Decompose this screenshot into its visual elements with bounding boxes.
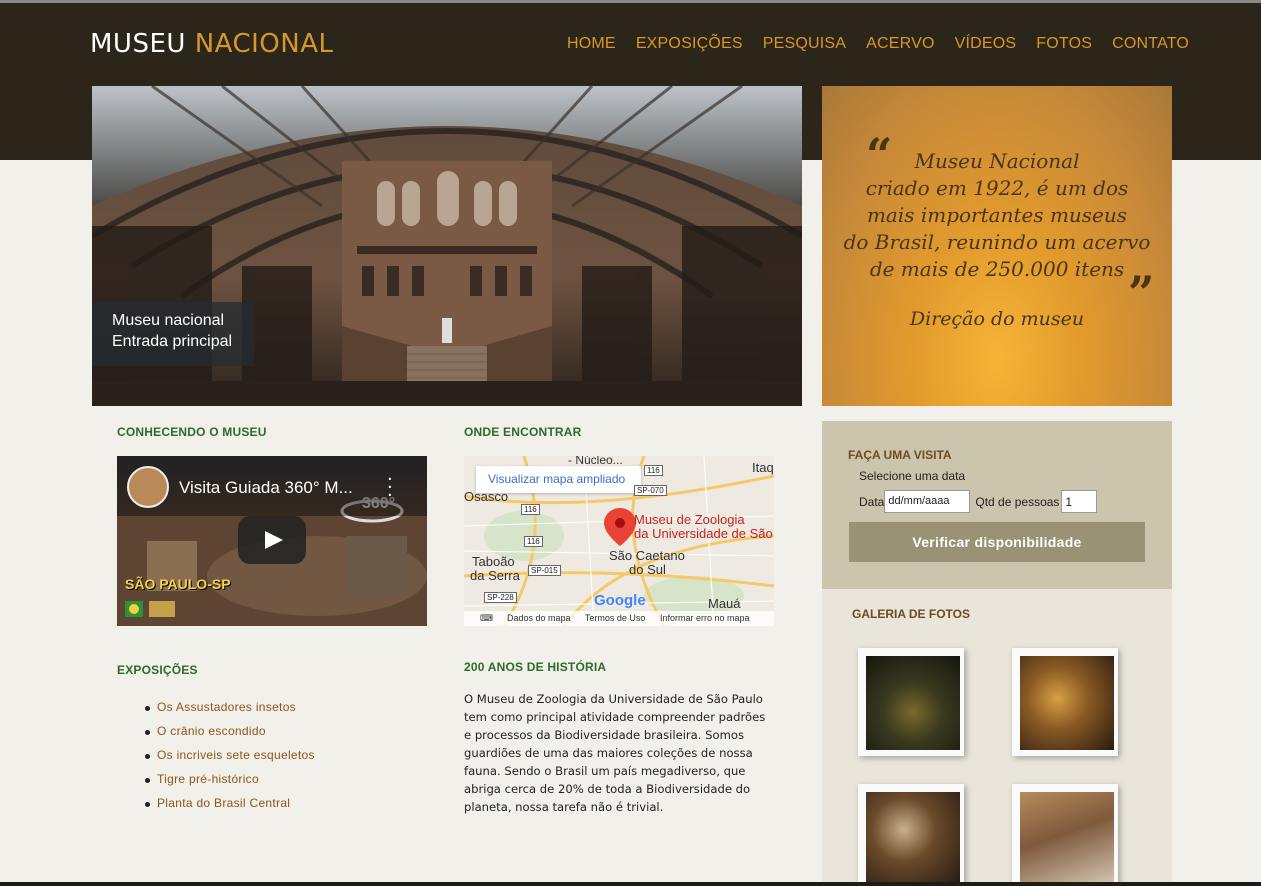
map-city-sao-caetano: São Caetano <box>609 548 685 563</box>
nav-acervo[interactable]: ACERVO <box>866 35 934 53</box>
map-place-line2: da Universidade de São <box>634 526 773 541</box>
map-city-itaq: Itaq <box>752 460 774 475</box>
nav-exposicoes[interactable]: EXPOSIÇÕES <box>636 35 743 53</box>
quote-line: Museu Nacional <box>914 149 1080 173</box>
list-item[interactable]: Planta do Brasil Central <box>145 796 315 820</box>
map-report-link[interactable]: Informar erro no mapa <box>660 613 750 623</box>
list-item[interactable]: O crânio escondido <box>145 724 315 748</box>
hero-caption: Museu nacional Entrada principal <box>92 302 254 366</box>
check-availability-button[interactable]: Verificar disponibilidade <box>849 522 1145 562</box>
quote-author: Direção do museu <box>909 308 1085 330</box>
video-watermark: SÃO PAULO-SP <box>125 576 231 592</box>
channel-avatar[interactable] <box>127 466 169 508</box>
site-logo[interactable]: MUSEU NACIONAL <box>90 29 334 59</box>
exposicoes-list: Os Assustadores insetos O crânio escondi… <box>145 700 315 820</box>
map-city-taboao-2: da Serra <box>470 568 520 583</box>
map-road-shield: 116 <box>644 465 663 476</box>
hero-caption-line2: Entrada principal <box>112 333 233 350</box>
map-city-maua: Mauá <box>708 596 741 611</box>
date-label: Data <box>859 494 885 509</box>
hero-caption-line1: Museu nacional <box>112 312 225 329</box>
map-city-osasco: Osasco <box>464 489 509 504</box>
date-field[interactable]: dd/mm/aaaa <box>884 490 971 513</box>
map-road-shield: SP-228 <box>484 592 517 603</box>
hero-image[interactable]: Museu nacional Entrada principal <box>92 86 802 406</box>
quote-line: mais importantes museus <box>866 203 1128 227</box>
google-logo-text: Google <box>594 592 646 609</box>
gallery-photo-image <box>866 792 960 886</box>
map-footer: ⌨ Dados do mapa Termos de Uso Informar e… <box>464 611 774 626</box>
historia-text: O Museu de Zoologia da Universidade de S… <box>464 692 766 814</box>
map-data-link[interactable]: Dados do mapa <box>507 613 571 623</box>
video-title[interactable]: Visita Guiada 360° M... <box>179 478 353 498</box>
visit-title: FAÇA UMA VISITA <box>848 448 952 462</box>
map-road-shield: SP-015 <box>528 565 561 576</box>
visit-form: FAÇA UMA VISITA Selecione uma data Data … <box>822 421 1172 589</box>
map-city-taboao: Taboão <box>472 554 515 569</box>
visit-inputs-row: Data dd/mm/aaaa Qtd de pessoas 1 <box>859 490 1098 513</box>
map-place-label[interactable]: Museu de Zoologia da Universidade de São <box>634 513 773 541</box>
embedded-map[interactable]: Visualizar mapa ampliado Museu de Zoolog… <box>464 456 774 626</box>
map-road-shield: 116 <box>521 504 540 515</box>
date-placeholder: dd/mm/aaaa <box>888 495 950 507</box>
section-title-conhecendo: CONHECENDO O MUSEU <box>117 425 267 439</box>
quote-text: Museu Nacional criado em 1922, é um dos … <box>822 148 1172 283</box>
visit-subtitle: Selecione uma data <box>859 469 966 483</box>
nav-videos[interactable]: VÍDEOS <box>955 35 1017 53</box>
qty-value: 1 <box>1065 495 1073 509</box>
gallery-photo[interactable] <box>858 648 964 756</box>
gallery-photo-image <box>866 656 960 750</box>
section-title-exposicoes: EXPOSIÇÕES <box>117 663 198 677</box>
nav-fotos[interactable]: FOTOS <box>1036 35 1092 53</box>
window-bottom-border <box>0 882 1261 886</box>
gallery-photo[interactable] <box>858 784 964 886</box>
google-logo: Google <box>594 592 646 609</box>
section-title-onde: ONDE ENCONTRAR <box>464 425 582 439</box>
map-city-nucleo: - Núcleo... <box>568 456 623 467</box>
list-item[interactable]: Os incriveis sete esqueletos <box>145 748 315 772</box>
quote-line: do Brasil, reunindo um acervo <box>843 230 1151 254</box>
photo-gallery: GALERIA DE FOTOS <box>822 589 1172 886</box>
quote-line: de mais de 250.000 itens <box>869 257 1125 281</box>
quote-box: “ Museu Nacional criado em 1922, é um do… <box>822 86 1172 406</box>
section-title-historia: 200 ANOS DE HISTÓRIA <box>464 660 607 674</box>
nav-contato[interactable]: CONTATO <box>1112 35 1189 53</box>
qty-label: Qtd de pessoas <box>975 494 1060 509</box>
qty-field[interactable]: 1 <box>1061 490 1098 513</box>
map-city-sao-caetano-2: do Sul <box>629 562 666 577</box>
nav-pesquisa[interactable]: PESQUISA <box>763 35 846 53</box>
keyboard-icon[interactable]: ⌨ <box>480 613 493 624</box>
play-icon[interactable] <box>238 516 306 564</box>
nav-home[interactable]: HOME <box>567 35 616 53</box>
list-item[interactable]: Os Assustadores insetos <box>145 700 315 724</box>
map-road-shield: SP-070 <box>634 485 667 496</box>
logo-word-nacional: NACIONAL <box>194 29 334 59</box>
video-player[interactable]: 360° Visita Guiada 360° M... ··· SÃO PAU… <box>117 456 427 626</box>
gallery-photo-image <box>1020 656 1114 750</box>
main-nav: HOME EXPOSIÇÕES PESQUISA ACERVO VÍDEOS F… <box>567 35 1209 53</box>
list-item[interactable]: Tigre pré-histórico <box>145 772 315 796</box>
gallery-photo-image <box>1020 792 1114 886</box>
gallery-title: GALERIA DE FOTOS <box>852 607 971 621</box>
logo-word-museu: MUSEU <box>90 29 186 59</box>
map-road-shield: 116 <box>524 536 543 547</box>
video-menu-icon[interactable]: · · · <box>387 471 393 505</box>
map-place-line1: Museu de Zoologia <box>634 512 745 527</box>
quote-line: criado em 1922, é um dos <box>865 176 1129 200</box>
map-terms-link[interactable]: Termos de Uso <box>585 613 646 623</box>
gallery-photo[interactable] <box>1012 784 1118 886</box>
gallery-photo[interactable] <box>1012 648 1118 756</box>
